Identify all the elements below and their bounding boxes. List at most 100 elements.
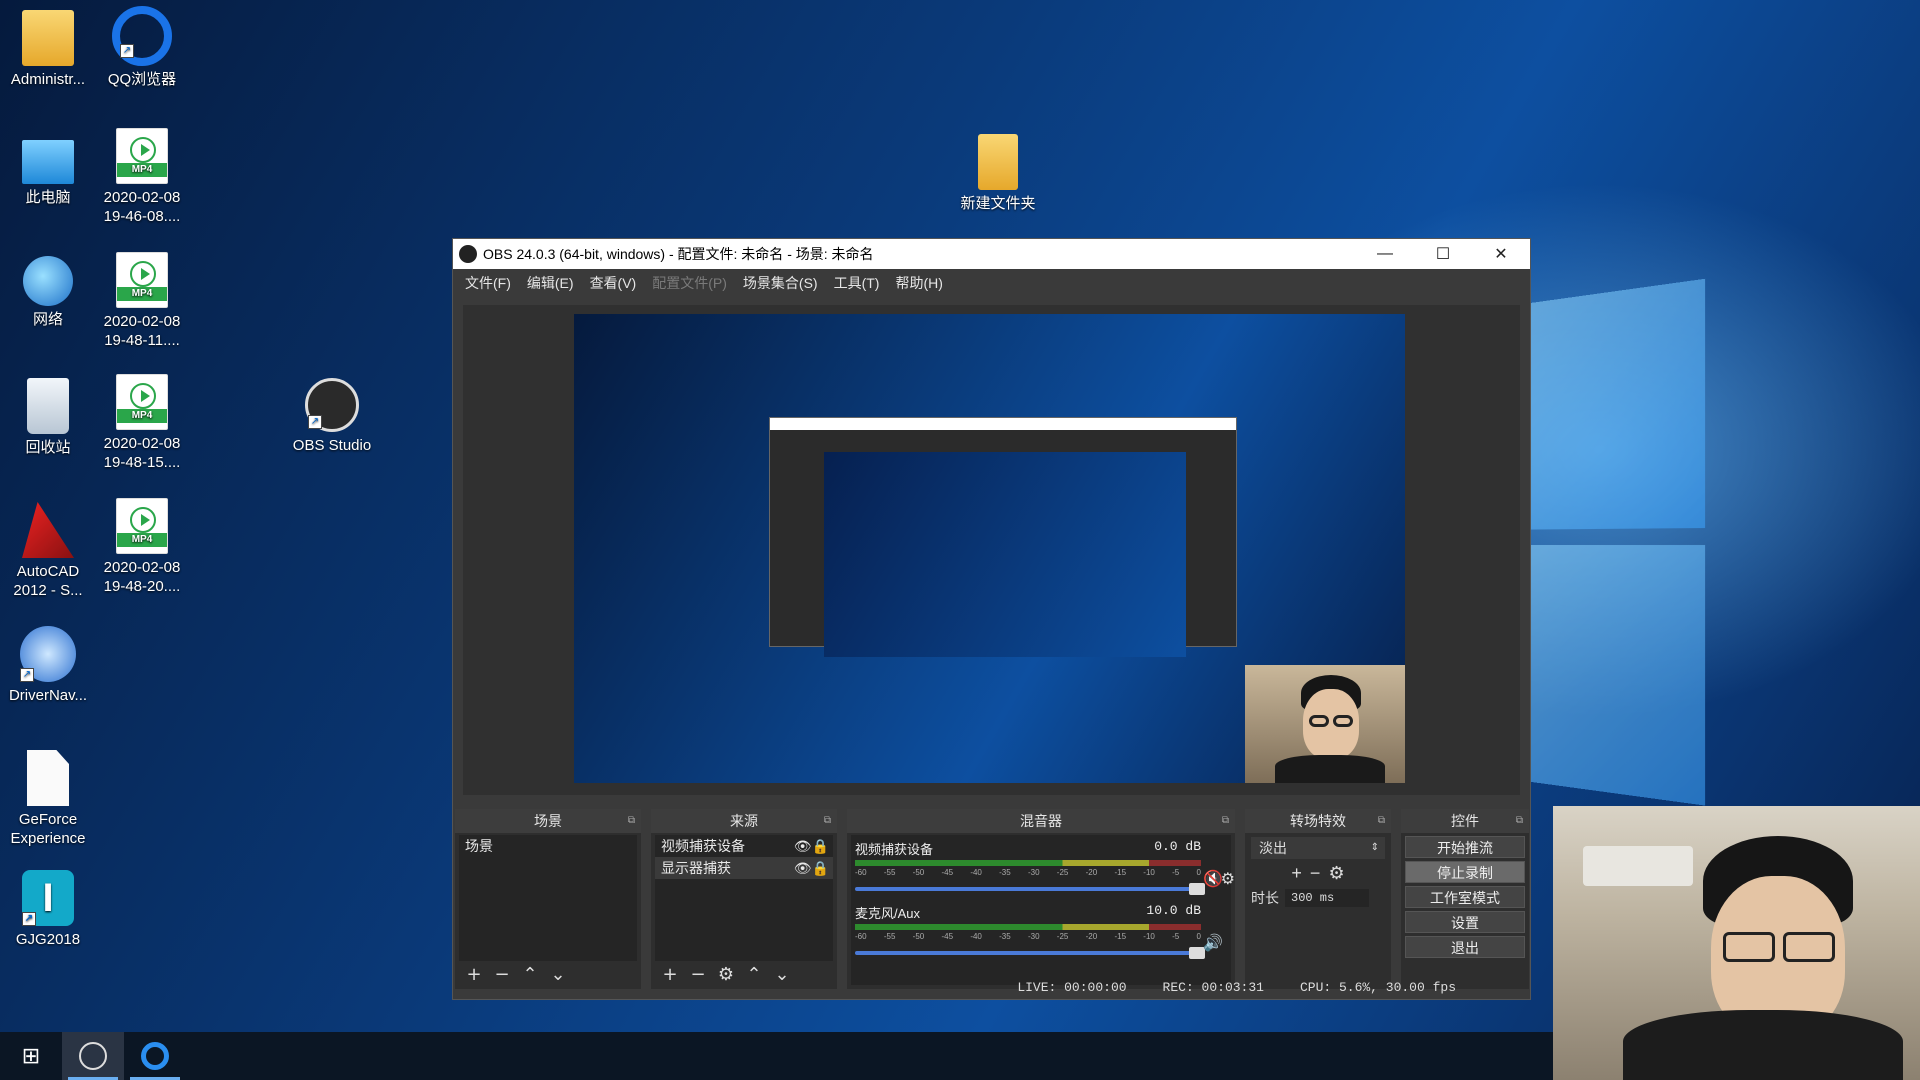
start-streaming-button[interactable]: 开始推流 <box>1405 836 1525 858</box>
desktop-icon-label: 2020-02-08 19-48-11.... <box>103 313 181 349</box>
source-item[interactable]: 视频捕获设备 👁🔒 <box>655 835 833 857</box>
visibility-eye-icon[interactable]: 👁🔒 <box>794 835 829 857</box>
channel-db: 0.0 dB <box>1154 839 1201 854</box>
transitions-dock: 转场特效 ⧉ 淡出 ⇕ + − ⚙ 时长 300 ms <box>1245 809 1391 989</box>
sources-list: 视频捕获设备 👁🔒 显示器捕获 👁🔒 <box>655 835 833 961</box>
meter-scale-tick: -30 <box>1027 868 1040 877</box>
menu-file[interactable]: 文件(F) <box>465 273 511 293</box>
meter-scale-tick: -25 <box>1056 868 1069 877</box>
obs-icon <box>79 1042 107 1070</box>
desktop-icon-label: OBS Studio <box>292 437 372 454</box>
user-folder-icon <box>22 10 74 66</box>
desktop-icon-drivernav[interactable]: ↗ DriverNav... <box>0 626 96 705</box>
mp4-file-icon: MP4 <box>116 374 168 430</box>
studio-mode-button[interactable]: 工作室模式 <box>1405 886 1525 908</box>
mixer-header: 混音器 ⧉ <box>847 809 1235 833</box>
mixer-dock: 混音器 ⧉ 视频捕获设备 0.0 dB -60 -55 -50 -45 -40 -35 -30… <box>847 809 1235 989</box>
desktop-icon-label: GeForce Experience <box>10 811 86 847</box>
desktop-icon-label: 网络 <box>32 311 63 328</box>
preview-webcam <box>1245 665 1405 783</box>
sources-header: 来源 ⧉ <box>651 809 837 833</box>
desktop-icon-label: 2020-02-08 19-48-15.... <box>103 435 181 471</box>
gear-icon[interactable]: ⚙ <box>1221 869 1235 889</box>
menu-scene-collection[interactable]: 场景集合(S) <box>743 273 818 293</box>
meter-scale-tick: -5 <box>1172 932 1180 941</box>
desktop-icon-obs-studio[interactable]: ↗ OBS Studio <box>284 378 380 455</box>
meter-scale-tick: 0 <box>1196 868 1201 877</box>
desktop-icon-label: 2020-02-08 19-46-08.... <box>103 189 181 225</box>
mixer-channel: 麦克风/Aux 10.0 dB -60 -55 -50 -45 -40 -35 -30 -25… <box>855 903 1223 967</box>
desktop-icon-recycle-bin[interactable]: 回收站 <box>0 378 96 457</box>
menu-bar: 文件(F) 编辑(E) 查看(V) 配置文件(P) 场景集合(S) 工具(T) … <box>453 269 1530 297</box>
preview-display-capture <box>574 314 1405 783</box>
desktop-icon-gjg2018[interactable]: I ↗ GJG2018 <box>0 870 96 949</box>
meter-scale-tick: -45 <box>941 868 954 877</box>
volume-slider[interactable] <box>855 883 1205 895</box>
desktop-icon-qq-browser[interactable]: ↗ QQ浏览器 <box>94 6 190 89</box>
source-item[interactable]: 显示器捕获 👁🔒 <box>655 857 833 879</box>
drivernav-icon: ↗ <box>20 626 76 682</box>
duration-input[interactable]: 300 ms <box>1285 889 1369 907</box>
exit-button[interactable]: 退出 <box>1405 936 1525 958</box>
meter-scale-tick: -25 <box>1056 932 1069 941</box>
meter-scale-tick: -35 <box>999 932 1011 941</box>
menu-view[interactable]: 查看(V) <box>590 273 637 293</box>
obs-window: OBS 24.0.3 (64-bit, windows) - 配置文件: 未命名… <box>452 238 1531 1000</box>
desktop-icon-label: 此电脑 <box>25 189 71 206</box>
desktop-icon-label: 回收站 <box>25 439 71 456</box>
close-button[interactable]: ✕ <box>1472 239 1530 269</box>
desktop-icon-network[interactable]: 网络 <box>0 256 96 329</box>
qq-browser-icon <box>141 1042 169 1070</box>
menu-help[interactable]: 帮助(H) <box>895 273 942 293</box>
preview-area[interactable] <box>463 305 1520 795</box>
desktop-icon-autocad[interactable]: AutoCAD 2012 - S... <box>0 502 96 600</box>
menu-tools[interactable]: 工具(T) <box>834 273 880 293</box>
add-transition-icon[interactable]: + <box>1291 863 1302 884</box>
settings-button[interactable]: 设置 <box>1405 911 1525 933</box>
maximize-button[interactable]: ☐ <box>1414 239 1472 269</box>
transition-select[interactable]: 淡出 ⇕ <box>1251 837 1385 859</box>
taskbar-qq-browser[interactable] <box>124 1032 186 1080</box>
desktop-icon-label: QQ浏览器 <box>107 71 177 88</box>
taskbar-obs[interactable] <box>62 1032 124 1080</box>
remove-transition-icon[interactable]: − <box>1310 863 1321 884</box>
desktop-icon-this-pc[interactable]: 此电脑 <box>0 134 96 207</box>
cpu-status: CPU: 5.6%, 30.00 fps <box>1299 980 1456 995</box>
meter-scale-tick: -15 <box>1114 868 1127 877</box>
folder-icon <box>978 134 1018 190</box>
volume-meter <box>855 860 1201 866</box>
windows-icon: ⊞ <box>21 1043 41 1069</box>
meter-scale-tick: -30 <box>1027 932 1040 941</box>
desktop-icon-label: 2020-02-08 19-48-20.... <box>103 559 181 595</box>
desktop-icon-mp4-2[interactable]: MP4 2020-02-08 19-48-11.... <box>94 252 190 350</box>
menu-edit[interactable]: 编辑(E) <box>527 273 574 293</box>
preview-nested-obs <box>769 417 1237 657</box>
desktop-icon-administrator[interactable]: Administr... <box>0 10 96 89</box>
obs-logo-icon <box>459 245 477 263</box>
start-button[interactable]: ⊞ <box>0 1032 62 1080</box>
desktop-icon-label: Administr... <box>10 71 86 88</box>
meter-scale-tick: -40 <box>970 868 982 877</box>
desktop-icon-mp4-4[interactable]: MP4 2020-02-08 19-48-20.... <box>94 498 190 596</box>
desktop-icon-new-folder[interactable]: 新建文件夹 <box>950 134 1046 213</box>
volume-slider[interactable] <box>855 947 1205 959</box>
visibility-eye-icon[interactable]: 👁🔒 <box>794 857 829 879</box>
desktop-icon-mp4-3[interactable]: MP4 2020-02-08 19-48-15.... <box>94 374 190 472</box>
mp4-file-icon: MP4 <box>116 498 168 554</box>
scene-item[interactable]: 场景 <box>459 835 637 857</box>
qq-browser-icon: ↗ <box>112 6 172 66</box>
meter-scale-tick: -45 <box>941 932 954 941</box>
obs-titlebar[interactable]: OBS 24.0.3 (64-bit, windows) - 配置文件: 未命名… <box>453 239 1530 269</box>
stop-recording-button[interactable]: 停止录制 <box>1405 861 1525 883</box>
scenes-dock: 场景 ⧉ 场景 + − ⌃ ⌄ <box>455 809 641 989</box>
meter-scale-tick: -50 <box>912 868 925 877</box>
menu-profile[interactable]: 配置文件(P) <box>652 273 727 293</box>
speaker-icon[interactable]: 🔊 <box>1203 933 1223 953</box>
desktop-icon-geforce[interactable]: GeForce Experience <box>0 750 96 848</box>
file-icon <box>27 750 69 806</box>
meter-scale-tick: -50 <box>912 932 925 941</box>
minimize-button[interactable]: — <box>1356 239 1414 269</box>
channel-name: 视频捕获设备 <box>855 842 934 857</box>
desktop-icon-mp4-1[interactable]: MP4 2020-02-08 19-46-08.... <box>94 128 190 226</box>
gear-icon[interactable]: ⚙ <box>1328 863 1344 884</box>
